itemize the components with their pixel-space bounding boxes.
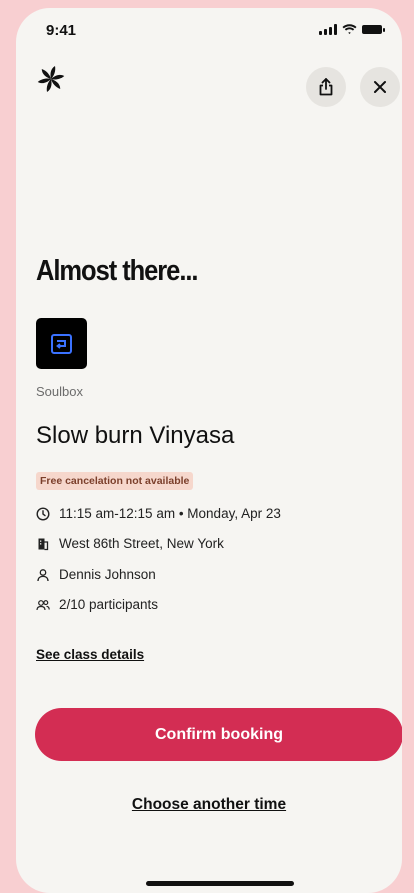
- participants-row: 2/10 participants: [36, 597, 158, 612]
- cancelation-badge: Free cancelation not available: [36, 472, 194, 490]
- participants-count: 2/10 participants: [59, 597, 159, 612]
- page-title: Almost there...: [36, 255, 198, 287]
- instructor-row: Dennis Johnson: [36, 567, 156, 582]
- location: West 86th Street, New York: [59, 536, 224, 551]
- person-icon: [37, 568, 49, 581]
- studio-name: Soulbox: [36, 384, 83, 399]
- close-button[interactable]: [360, 67, 400, 107]
- home-indicator: [146, 881, 294, 886]
- choose-another-time-link[interactable]: Choose another time: [16, 796, 402, 814]
- share-icon: [319, 78, 333, 96]
- close-icon: [374, 81, 386, 93]
- signal-icon: [319, 24, 337, 35]
- status-bar: 9:41: [16, 8, 402, 54]
- share-button[interactable]: [306, 67, 346, 107]
- status-icons: [319, 24, 385, 35]
- wifi-icon: [342, 24, 357, 34]
- phone-screen: 9:41 Almost there... Soulbox Slow burn V…: [16, 8, 402, 893]
- building-icon: [38, 538, 49, 550]
- class-time: 11:15 am-12:15 am • Monday, Apr 23: [59, 506, 281, 521]
- people-icon: [36, 599, 50, 610]
- status-time: 9:41: [46, 22, 77, 39]
- studio-logo: [36, 318, 87, 369]
- see-class-details-link[interactable]: See class details: [36, 647, 144, 662]
- confirm-booking-button[interactable]: Confirm booking: [35, 708, 402, 761]
- class-time-row: 11:15 am-12:15 am • Monday, Apr 23: [36, 506, 281, 521]
- battery-icon: [362, 25, 385, 34]
- studio-logo-icon: [50, 333, 72, 354]
- clock-icon: [36, 506, 50, 521]
- pinwheel-logo-icon: [37, 66, 65, 92]
- class-name: Slow burn Vinyasa: [36, 422, 235, 449]
- instructor-name: Dennis Johnson: [59, 567, 156, 582]
- location-row: West 86th Street, New York: [36, 536, 224, 551]
